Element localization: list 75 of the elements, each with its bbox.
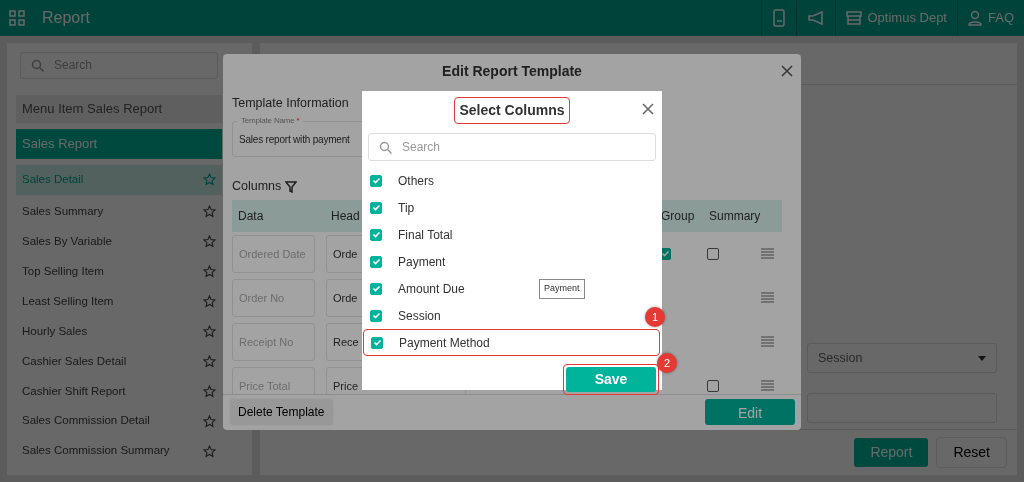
sidebar-group[interactable]: Menu Item Sales Report xyxy=(16,94,222,123)
page-title: Report xyxy=(42,8,91,28)
sidebar-item[interactable]: Sales By Variable xyxy=(16,226,222,257)
filter-icon[interactable] xyxy=(285,180,298,193)
checkbox[interactable] xyxy=(370,201,382,214)
store-name[interactable]: Optimus Dept xyxy=(867,8,947,28)
section-title: Columns xyxy=(232,178,282,196)
star-icon[interactable] xyxy=(203,384,216,398)
search-field[interactable]: Search xyxy=(368,133,656,161)
sidebar-item[interactable]: Sales Detail xyxy=(16,164,222,195)
sidebar-item[interactable]: Cashier Sales Detail xyxy=(16,346,222,377)
modal-title: Select Columns xyxy=(454,96,570,124)
search-icon xyxy=(379,140,392,154)
sidebar-item[interactable]: Sales Commission Detail xyxy=(16,406,222,437)
delete-template-button[interactable]: Delete Template xyxy=(229,398,334,427)
column-header: Head xyxy=(331,208,360,223)
sidebar-item[interactable]: Top Selling Item xyxy=(16,256,222,287)
drag-handle-icon[interactable] xyxy=(761,336,774,348)
column-option[interactable]: Tip xyxy=(398,198,415,217)
star-icon[interactable] xyxy=(203,324,216,338)
faq-link[interactable]: FAQ xyxy=(988,8,1014,28)
star-icon[interactable] xyxy=(203,235,216,249)
drag-handle-icon[interactable] xyxy=(761,380,774,392)
column-header: Data xyxy=(238,208,264,223)
star-icon[interactable] xyxy=(203,444,216,458)
caret-icon xyxy=(978,355,986,361)
sidebar-item[interactable]: Sales Commission Summary xyxy=(16,436,222,466)
sidebar-item[interactable]: Least Selling Item xyxy=(16,286,222,317)
checkbox[interactable] xyxy=(370,174,382,187)
sidebar-item[interactable]: Sales Summary xyxy=(16,196,222,227)
star-icon[interactable] xyxy=(203,414,216,428)
column-option[interactable]: Amount Due xyxy=(398,279,465,298)
store-icon xyxy=(845,11,862,25)
column-option[interactable]: Payment Method xyxy=(399,333,490,352)
menu-icon[interactable] xyxy=(8,9,26,27)
phone-icon[interactable] xyxy=(771,9,786,27)
sidebar-item[interactable]: Cashier Shift Report xyxy=(16,376,222,407)
reset-button[interactable]: Reset xyxy=(936,437,1007,468)
drag-handle-icon[interactable] xyxy=(761,248,774,260)
column-option[interactable]: Final Total xyxy=(398,225,453,244)
star-icon[interactable] xyxy=(203,205,216,219)
star-icon[interactable] xyxy=(203,354,216,368)
close-icon[interactable] xyxy=(781,65,793,77)
megaphone-icon[interactable] xyxy=(806,10,825,26)
checkbox[interactable] xyxy=(370,282,382,295)
star-icon[interactable] xyxy=(203,294,216,308)
checkbox[interactable] xyxy=(707,379,719,392)
sidebar-item[interactable]: Hourly Sales xyxy=(16,316,222,347)
checkbox[interactable] xyxy=(707,247,719,260)
star-icon[interactable] xyxy=(203,265,216,278)
edit-button[interactable]: Edit xyxy=(705,399,795,426)
sidebar-group[interactable]: Sales Report xyxy=(16,128,222,159)
drag-handle-icon[interactable] xyxy=(761,292,774,304)
star-icon[interactable] xyxy=(203,173,216,187)
column-option[interactable]: Payment xyxy=(398,252,446,271)
column-option[interactable]: Others xyxy=(398,171,434,190)
select-field[interactable]: Session xyxy=(807,343,997,373)
column-header: Summary xyxy=(709,208,761,223)
close-icon[interactable] xyxy=(642,103,654,115)
section-title: Template Information xyxy=(232,95,349,113)
checkbox[interactable] xyxy=(371,336,383,349)
checkbox[interactable] xyxy=(370,309,382,322)
step-badge: 2 xyxy=(657,353,677,373)
modal-title: Edit Report Template xyxy=(442,61,582,81)
checkbox[interactable] xyxy=(370,228,382,241)
save-button[interactable]: Save xyxy=(566,367,656,392)
field-label: Template Name * xyxy=(237,115,304,128)
user-icon xyxy=(968,10,982,26)
checkbox[interactable] xyxy=(370,255,382,268)
tooltip: Payment xyxy=(539,279,585,299)
report-button[interactable]: Report xyxy=(854,438,929,467)
search-icon xyxy=(31,58,44,72)
step-badge: 1 xyxy=(645,307,665,327)
column-option[interactable]: Session xyxy=(398,306,441,325)
column-header: Group xyxy=(661,208,695,223)
